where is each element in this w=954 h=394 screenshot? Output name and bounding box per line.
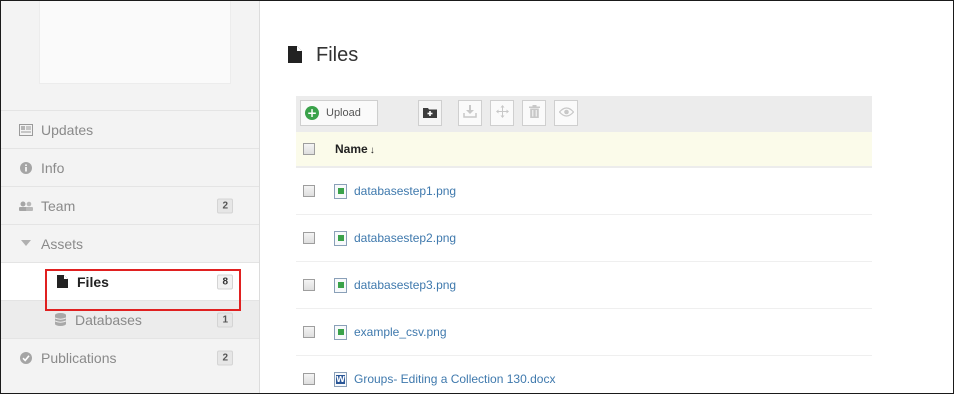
sidebar-item-publications[interactable]: Publications 2 — [1, 338, 259, 376]
sidebar-item-files[interactable]: Files 8 — [1, 262, 259, 300]
table-row: Groups- Editing a Collection 130.docx — [296, 356, 872, 393]
team-icon — [17, 200, 35, 212]
name-column-header[interactable]: Name ↓ — [335, 142, 375, 156]
image-file-icon — [334, 183, 347, 199]
info-icon — [17, 161, 35, 174]
row-checkbox[interactable] — [303, 326, 315, 338]
trash-icon — [528, 105, 540, 121]
upload-label: Upload — [326, 107, 361, 119]
file-list: databasestep1.png databasestep2.png data… — [296, 168, 872, 393]
app-frame: Updates Info Team 2 Assets Files 8 Datab… — [0, 0, 954, 394]
row-checkbox[interactable] — [303, 279, 315, 291]
sidebar-item-info[interactable]: Info — [1, 148, 259, 186]
preview-button[interactable] — [554, 100, 578, 126]
sidebar-item-updates[interactable]: Updates — [1, 110, 259, 148]
move-icon — [495, 105, 509, 121]
count-badge: 2 — [217, 350, 233, 365]
publications-icon — [17, 351, 35, 364]
sidebar-item-assets[interactable]: Assets — [1, 224, 259, 262]
file-link[interactable]: databasestep1.png — [354, 184, 456, 198]
upload-button[interactable]: + Upload — [300, 100, 378, 126]
sidebar-nav: Updates Info Team 2 Assets Files 8 Datab… — [1, 110, 259, 376]
table-row: databasestep2.png — [296, 215, 872, 262]
move-button[interactable] — [490, 100, 514, 126]
triangle-down-icon — [17, 240, 35, 247]
image-file-icon — [334, 324, 347, 340]
group-logo-area — [39, 1, 231, 84]
table-row: example_csv.png — [296, 309, 872, 356]
file-link[interactable]: example_csv.png — [354, 325, 447, 339]
row-checkbox[interactable] — [303, 232, 315, 244]
file-link[interactable]: databasestep2.png — [354, 231, 456, 245]
file-icon — [53, 275, 71, 288]
file-link[interactable]: Groups- Editing a Collection 130.docx — [354, 372, 555, 386]
sidebar-item-team[interactable]: Team 2 — [1, 186, 259, 224]
count-badge: 1 — [217, 312, 233, 327]
eye-icon — [558, 106, 574, 120]
sidebar-item-label: Files — [77, 273, 109, 290]
row-checkbox[interactable] — [303, 185, 315, 197]
page-title-text: Files — [316, 43, 359, 66]
select-all-checkbox[interactable] — [303, 143, 315, 155]
file-toolbar: + Upload — [296, 96, 872, 132]
database-icon — [51, 313, 69, 326]
sidebar-item-label: Publications — [41, 349, 117, 366]
row-checkbox[interactable] — [303, 373, 315, 385]
sidebar-item-databases[interactable]: Databases 1 — [1, 300, 259, 338]
image-file-icon — [334, 230, 347, 246]
count-badge: 2 — [217, 198, 233, 213]
file-table-header: Name ↓ — [296, 132, 872, 168]
file-icon — [288, 46, 304, 64]
sidebar-item-label: Assets — [41, 235, 84, 252]
table-row: databasestep3.png — [296, 262, 872, 309]
main-content: Files + Upload Name ↓ databasestep1.png … — [260, 1, 953, 393]
new-folder-button[interactable] — [418, 100, 442, 126]
name-header-label: Name — [335, 142, 368, 156]
sidebar: Updates Info Team 2 Assets Files 8 Datab… — [1, 1, 260, 393]
word-document-icon — [334, 371, 347, 387]
file-link[interactable]: databasestep3.png — [354, 278, 456, 292]
plus-circle-icon: + — [305, 106, 319, 120]
download-button[interactable] — [458, 100, 482, 126]
sidebar-item-label: Databases — [75, 311, 142, 328]
page-title: Files — [288, 43, 358, 67]
sidebar-item-label: Info — [41, 159, 65, 176]
table-row: databasestep1.png — [296, 168, 872, 215]
delete-button[interactable] — [522, 100, 546, 126]
updates-icon — [17, 123, 35, 136]
new-folder-icon — [423, 106, 437, 121]
download-icon — [463, 105, 477, 121]
image-file-icon — [334, 277, 347, 293]
sidebar-item-label: Updates — [41, 121, 94, 138]
sort-arrow-icon: ↓ — [369, 145, 375, 156]
count-badge: 8 — [217, 274, 233, 289]
sidebar-item-label: Team — [41, 197, 76, 214]
